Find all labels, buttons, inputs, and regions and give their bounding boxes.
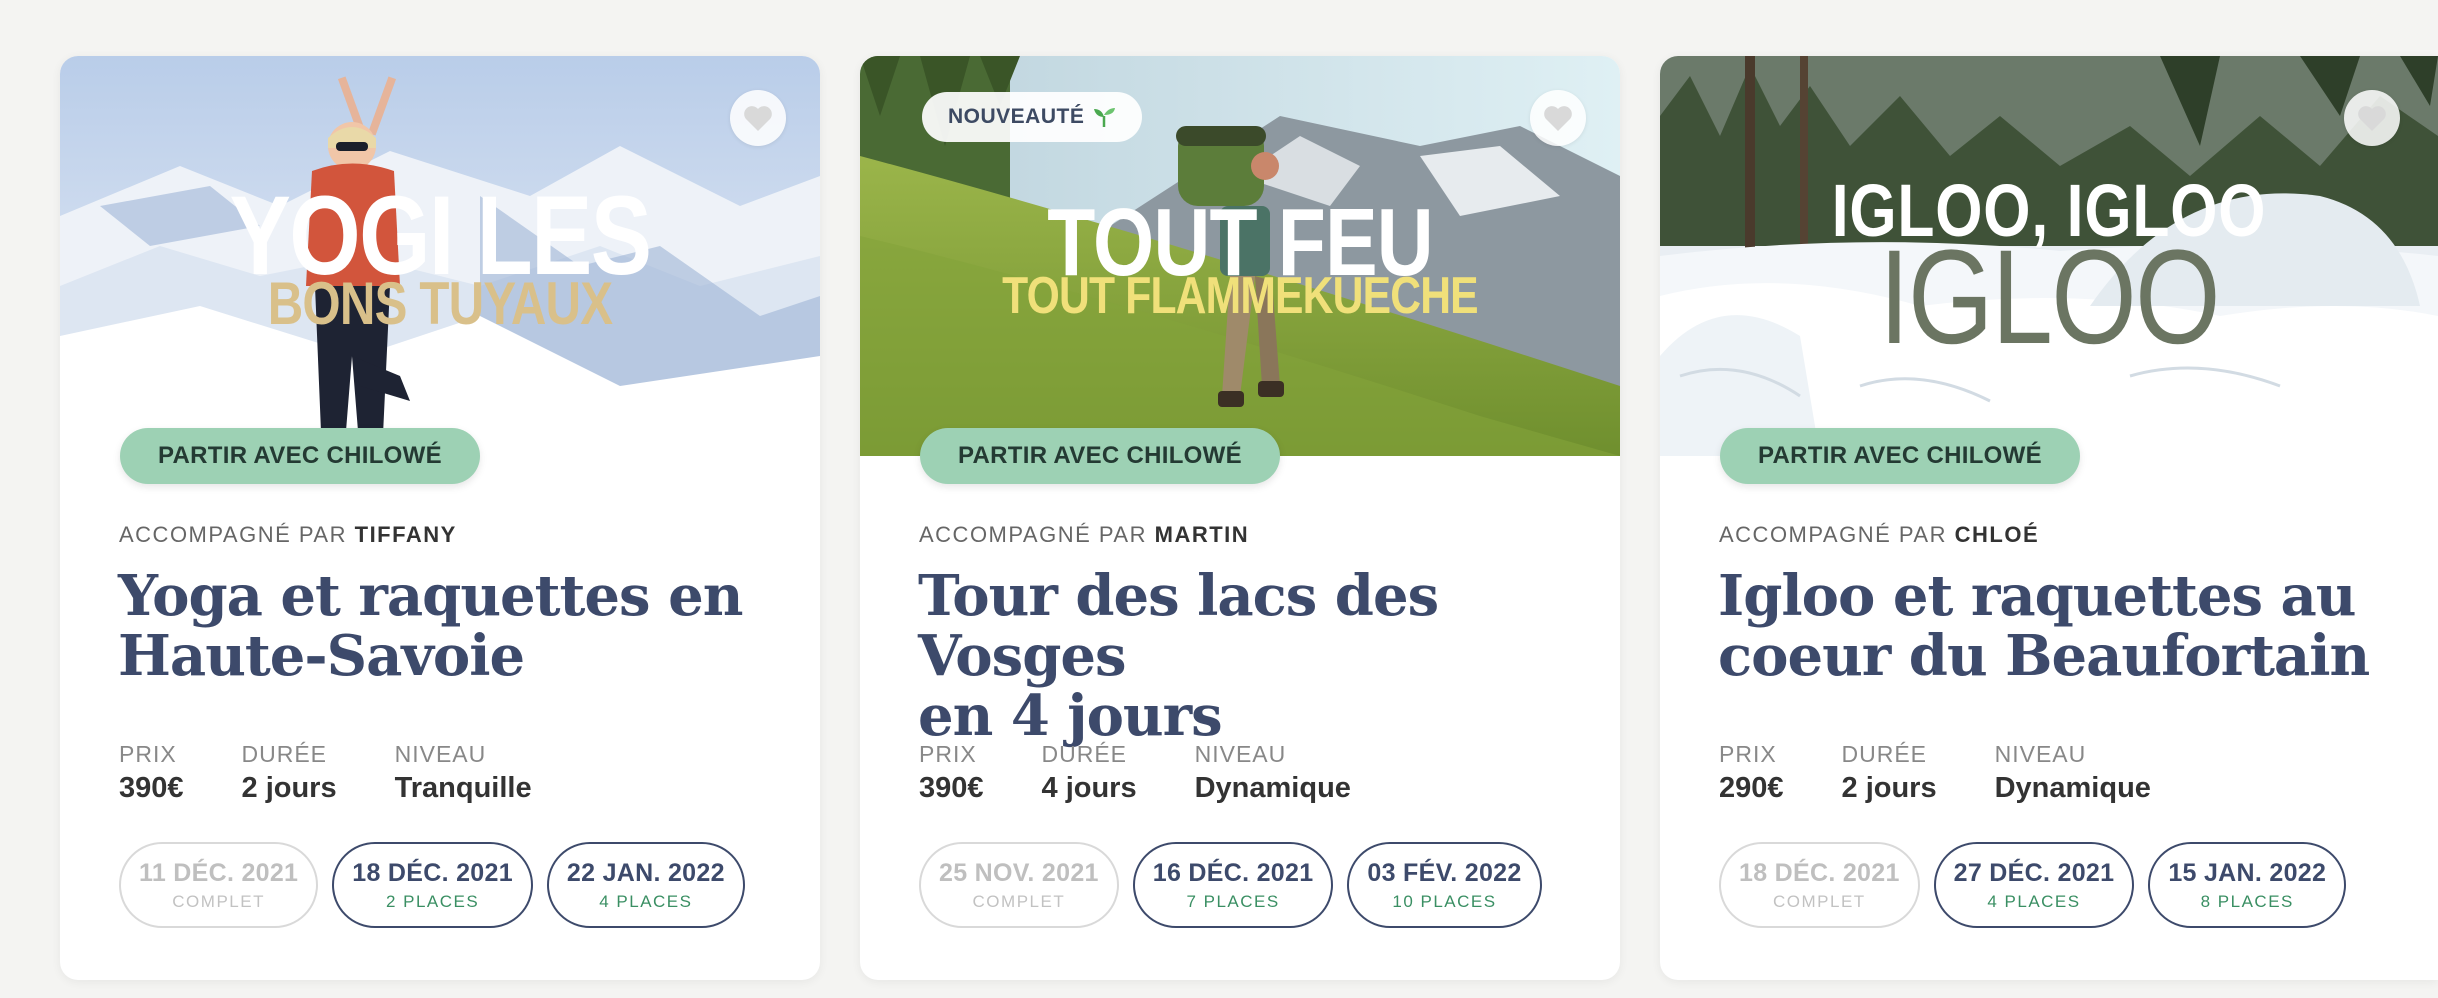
trip-title[interactable]: Yoga et raquettes en Haute-Savoie xyxy=(118,566,798,686)
date-text: 16 DÉC. 2021 xyxy=(1152,858,1314,887)
date-text: 15 JAN. 2022 xyxy=(2168,858,2327,887)
date-chip-complet: 18 DÉC. 2021 COMPLET xyxy=(1719,842,1920,928)
photo-headline-line2: IGLOO xyxy=(1879,223,2220,372)
duration-spec: DURÉE 2 jours xyxy=(242,739,337,807)
price-label: PRIX xyxy=(119,741,177,767)
date-chip-complet: 11 DÉC. 2021 COMPLET xyxy=(119,842,319,928)
date-status: COMPLET xyxy=(172,891,265,911)
trip-card[interactable]: IGLOO, IGLOO IGLOO PARTIR AVEC CHILOWÉ A… xyxy=(1660,56,2438,980)
price-label: PRIX xyxy=(1719,741,1777,767)
date-chip[interactable]: 15 JAN. 2022 8 PLACES xyxy=(2148,842,2347,928)
guide-name[interactable]: CHLOÉ xyxy=(1955,522,2040,547)
guide-line: ACCOMPAGNÉ PAR MARTIN xyxy=(919,522,1249,548)
date-status: 2 PLACES xyxy=(385,891,480,911)
partir-avec-chilowe-button[interactable]: PARTIR AVEC CHILOWÉ xyxy=(920,428,1280,484)
level-value: Dynamique xyxy=(1194,772,1351,804)
level-value: Tranquille xyxy=(394,772,532,804)
trip-title-line1: Tour des lacs des Vosges xyxy=(918,563,1439,689)
level-label: NIVEAU xyxy=(1994,741,2087,767)
price-label: PRIX xyxy=(919,741,977,767)
favorite-button[interactable] xyxy=(2344,90,2400,146)
date-status: 10 PLACES xyxy=(1392,891,1497,911)
trip-specs: PRIX 390€ DURÉE 2 jours NIVEAU Tranquill… xyxy=(119,739,590,807)
date-chip[interactable]: 03 FÉV. 2022 10 PLACES xyxy=(1347,842,1542,928)
date-text: 11 DÉC. 2021 xyxy=(139,858,299,887)
guide-line: ACCOMPAGNÉ PAR CHLOÉ xyxy=(1719,522,2039,548)
trip-title-line1: Igloo et raquettes au xyxy=(1718,563,2357,629)
date-status: 4 PLACES xyxy=(1987,891,2081,911)
departure-dates: 18 DÉC. 2021 COMPLET 27 DÉC. 2021 4 PLAC… xyxy=(1719,842,2347,928)
date-text: 27 DÉC. 2021 xyxy=(1953,858,2115,887)
trip-photo: YOGI LES BONS TUYAUX xyxy=(60,56,820,456)
duration-label: DURÉE xyxy=(1041,741,1128,767)
new-badge-label: NOUVEAUTÉ xyxy=(948,105,1085,128)
duration-value: 2 jours xyxy=(241,772,337,804)
date-text: 18 DÉC. 2021 xyxy=(352,858,513,887)
trip-title[interactable]: Igloo et raquettes au coeur du Beauforta… xyxy=(1718,566,2398,686)
duration-spec: DURÉE 4 jours xyxy=(1042,739,1137,807)
trip-specs: PRIX 290€ DURÉE 2 jours NIVEAU Dynamique xyxy=(1719,739,2209,807)
date-chip[interactable]: 18 DÉC. 2021 2 PLACES xyxy=(332,842,533,928)
sprout-icon xyxy=(1094,108,1116,127)
departure-dates: 25 NOV. 2021 COMPLET 16 DÉC. 2021 7 PLAC… xyxy=(919,842,1542,928)
date-status: COMPLET xyxy=(972,891,1066,911)
level-spec: NIVEAU Dynamique xyxy=(1195,739,1351,807)
duration-value: 4 jours xyxy=(1041,772,1137,804)
level-spec: NIVEAU Tranquille xyxy=(395,739,532,807)
date-text: 22 JAN. 2022 xyxy=(566,858,725,887)
date-status: 4 PLACES xyxy=(599,891,693,911)
date-status: 8 PLACES xyxy=(2200,891,2294,911)
trip-photo: IGLOO, IGLOO IGLOO xyxy=(1660,56,2438,456)
trip-card[interactable]: YOGI LES BONS TUYAUX PARTIR AVEC CHILOWÉ… xyxy=(60,56,820,980)
guide-name[interactable]: TIFFANY xyxy=(355,522,457,547)
trip-title-line2: coeur du Beaufortain xyxy=(1718,623,2370,689)
price-spec: PRIX 390€ xyxy=(919,739,984,807)
heart-icon xyxy=(2358,106,2386,131)
date-chip[interactable]: 27 DÉC. 2021 4 PLACES xyxy=(1933,842,2135,928)
favorite-button[interactable] xyxy=(1530,90,1586,146)
level-label: NIVEAU xyxy=(1194,741,1287,767)
duration-label: DURÉE xyxy=(241,741,328,767)
guide-prefix: ACCOMPAGNÉ PAR xyxy=(919,522,1147,547)
photo-headline-line2: BONS TUYAUX xyxy=(267,270,613,337)
price-spec: PRIX 290€ xyxy=(1719,739,1784,807)
trip-title-line2: Haute-Savoie xyxy=(118,623,525,689)
duration-spec: DURÉE 2 jours xyxy=(1842,739,1937,807)
date-text: 03 FÉV. 2022 xyxy=(1367,858,1522,887)
level-spec: NIVEAU Dynamique xyxy=(1995,739,2151,807)
price-value: 290€ xyxy=(1719,772,1784,804)
date-chip[interactable]: 16 DÉC. 2021 7 PLACES xyxy=(1132,842,1334,928)
level-label: NIVEAU xyxy=(394,741,487,767)
trip-card[interactable]: TOUT FEU TOUT FLAMMEKUECHE NOUVEAUTÉ PAR… xyxy=(860,56,1620,980)
date-chip-complet: 25 NOV. 2021 COMPLET xyxy=(919,842,1119,928)
new-badge: NOUVEAUTÉ xyxy=(922,92,1143,142)
duration-value: 2 jours xyxy=(1841,772,1937,804)
departure-dates: 11 DÉC. 2021 COMPLET 18 DÉC. 2021 2 PLAC… xyxy=(119,842,745,928)
guide-prefix: ACCOMPAGNÉ PAR xyxy=(119,522,347,547)
heart-icon xyxy=(1544,106,1572,131)
partir-avec-chilowe-button[interactable]: PARTIR AVEC CHILOWÉ xyxy=(1720,428,2080,484)
guide-name[interactable]: MARTIN xyxy=(1155,522,1250,547)
date-status: 7 PLACES xyxy=(1186,891,1280,911)
date-text: 18 DÉC. 2021 xyxy=(1739,858,1900,887)
favorite-button[interactable] xyxy=(730,90,786,146)
guide-line: ACCOMPAGNÉ PAR TIFFANY xyxy=(119,522,457,548)
date-chip[interactable]: 22 JAN. 2022 4 PLACES xyxy=(546,842,745,928)
trip-specs: PRIX 390€ DURÉE 4 jours NIVEAU Dynamique xyxy=(919,739,1409,807)
price-value: 390€ xyxy=(919,772,984,804)
date-status: COMPLET xyxy=(1772,891,1866,911)
price-value: 390€ xyxy=(119,772,184,804)
duration-label: DURÉE xyxy=(1841,741,1928,767)
guide-prefix: ACCOMPAGNÉ PAR xyxy=(1719,522,1947,547)
trip-title[interactable]: Tour des lacs des Vosges en 4 jours xyxy=(918,566,1598,746)
date-text: 25 NOV. 2021 xyxy=(939,858,1099,887)
heart-icon xyxy=(744,106,772,131)
trip-title-line2: en 4 jours xyxy=(918,683,1223,749)
trip-cards-page: YOGI LES BONS TUYAUX PARTIR AVEC CHILOWÉ… xyxy=(0,0,2438,998)
partir-avec-chilowe-button[interactable]: PARTIR AVEC CHILOWÉ xyxy=(120,428,480,484)
photo-headline-line2: TOUT FLAMMEKUECHE xyxy=(1002,267,1478,325)
level-value: Dynamique xyxy=(1994,772,2151,804)
trip-title-line1: Yoga et raquettes en xyxy=(118,563,743,629)
price-spec: PRIX 390€ xyxy=(119,739,184,807)
